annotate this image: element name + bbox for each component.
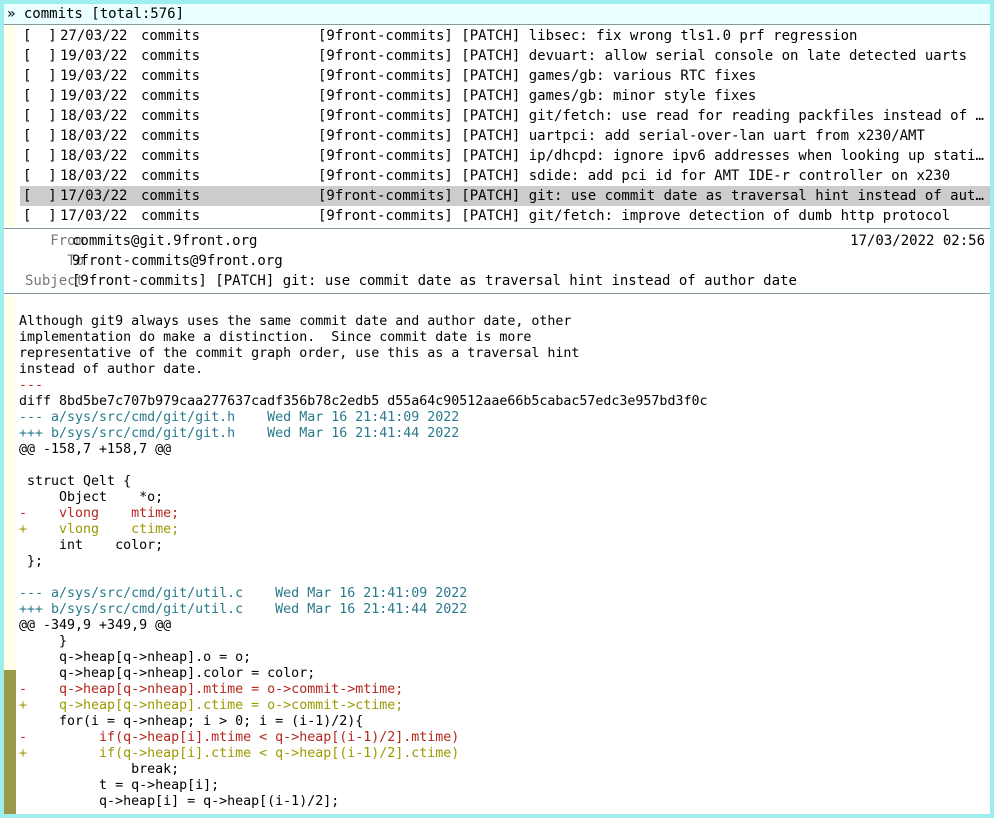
message-date: 27/03/22 <box>60 28 128 44</box>
message-from: commits <box>141 188 201 204</box>
message-subject: [9front-commits] [PATCH] devuart: allow … <box>318 48 968 64</box>
header-subject: Subject [9front-commits] [PATCH] git: us… <box>4 271 990 291</box>
message-row-selected[interactable]: [ ] 17/03/22 commits [9front-commits] [PATC… <box>20 186 990 206</box>
diff-added-line: + vlong ctime; <box>19 522 180 537</box>
diff-added-line: + if(q->heap[i].ctime < q->heap[(i-1)/2]… <box>19 746 460 761</box>
body-line: } <box>19 634 68 649</box>
body-line: q->heap[q->nheap].o = o; <box>19 650 252 665</box>
message-date: 17/03/22 <box>60 208 128 224</box>
diff-deleted-line: - q->heap[q->nheap].mtime = o->commit->m… <box>19 682 404 697</box>
diff-added-line: + q->heap[q->nheap].ctime = o->commit->c… <box>19 698 404 713</box>
message-checkbox[interactable]: [ ] <box>23 166 57 186</box>
message-row[interactable]: [ ] 18/03/22 commits [9front-commits] [PATC… <box>20 126 990 146</box>
header-to: To 9front-commits@9front.org <box>4 251 990 271</box>
message-from: commits <box>141 168 201 184</box>
message-row[interactable]: [ ] 18/03/22 commits [9front-commits] [PATC… <box>20 106 990 126</box>
body-line: struct Qelt { <box>19 474 132 489</box>
diff-file-header: +++ b/sys/src/cmd/git/git.h Wed Mar 16 2… <box>19 426 460 441</box>
message-subject: [9front-commits] [PATCH] games/gb: vario… <box>318 68 757 84</box>
body-line: Object *o; <box>19 490 164 505</box>
from-value[interactable]: commits@git.9front.org <box>72 231 257 251</box>
message-date: 18/03/22 <box>60 168 128 184</box>
message-subject: [9front-commits] [PATCH] uartpci: add se… <box>318 128 925 144</box>
message-row[interactable]: [ ] 18/03/22 commits [9front-commits] [PATC… <box>20 166 990 186</box>
body-line: representative of the commit graph order… <box>19 346 580 361</box>
message-row[interactable]: [ ] 19/03/22 commits [9front-commits] [PATC… <box>20 46 990 66</box>
message-checkbox[interactable]: [ ] <box>23 26 57 46</box>
message-checkbox[interactable]: [ ] <box>23 106 57 126</box>
message-checkbox[interactable]: [ ] <box>23 86 57 106</box>
message-list[interactable]: [ ] 27/03/22 commits [9front-commits] [PATC… <box>4 26 990 227</box>
message-from: commits <box>141 48 201 64</box>
message-checkbox[interactable]: [ ] <box>23 126 57 146</box>
body-line: }; <box>19 554 44 569</box>
message-checkbox[interactable]: [ ] <box>23 186 57 206</box>
body-line: @@ -349,9 +349,9 @@ <box>19 618 172 633</box>
date-value: 17/03/2022 02:56 <box>850 233 985 249</box>
message-from: commits <box>141 148 201 164</box>
list-separator <box>4 228 990 229</box>
body-line: for(i = q->nheap; i > 0; i = (i-1)/2){ <box>19 714 364 729</box>
message-row[interactable]: [ ] 17/03/22 commits [9front-commits] [PATC… <box>20 206 990 226</box>
diff-file-header: --- a/sys/src/cmd/git/git.h Wed Mar 16 2… <box>19 410 460 425</box>
message-date: 19/03/22 <box>60 68 128 84</box>
to-value[interactable]: 9front-commits@9front.org <box>72 251 283 271</box>
message-from: commits <box>141 208 201 224</box>
message-checkbox[interactable]: [ ] <box>23 66 57 86</box>
message-from: commits <box>141 68 201 84</box>
body-line: diff 8bd5be7c707b979caa277637cadf356b78c… <box>19 394 708 409</box>
message-date: 18/03/22 <box>60 148 128 164</box>
message-date: 18/03/22 <box>60 108 128 124</box>
message-date: 19/03/22 <box>60 48 128 64</box>
message-date: 18/03/22 <box>60 128 128 144</box>
subject-value: [9front-commits] [PATCH] git: use commit… <box>72 273 797 289</box>
message-subject: [9front-commits] [PATCH] libsec: fix wro… <box>318 28 858 44</box>
body-line: implementation do make a distinction. Si… <box>19 330 532 345</box>
body-line: @@ -158,7 +158,7 @@ <box>19 442 172 457</box>
mail-window: » commits [total:576] [ ] 27/03/22 commits… <box>4 4 990 814</box>
diff-deleted-line: - vlong mtime; <box>19 506 180 521</box>
message-subject: [9front-commits] [PATCH] git: use commit… <box>318 188 990 204</box>
diff-deleted-line: - if(q->heap[i].mtime < q->heap[(i-1)/2]… <box>19 730 460 745</box>
message-checkbox[interactable]: [ ] <box>23 146 57 166</box>
body-line: q->heap[q->nheap].color = color; <box>19 666 316 681</box>
message-checkbox[interactable]: [ ] <box>23 46 57 66</box>
tag-bar[interactable]: » commits [total:576] <box>4 4 990 25</box>
message-body[interactable]: Although git9 always uses the same commi… <box>4 296 990 814</box>
message-row[interactable]: [ ] 19/03/22 commits [9front-commits] [PATC… <box>20 66 990 86</box>
message-from: commits <box>141 28 201 44</box>
message-from: commits <box>141 88 201 104</box>
message-date: 19/03/22 <box>60 88 128 104</box>
message-row[interactable]: [ ] 27/03/22 commits [9front-commits] [PATC… <box>20 26 990 46</box>
message-checkbox[interactable]: [ ] <box>23 206 57 226</box>
diff-file-header: +++ b/sys/src/cmd/git/util.c Wed Mar 16 … <box>19 602 468 617</box>
message-list-scroll-thumb[interactable] <box>4 26 16 227</box>
diff-deleted-line: --- <box>19 378 44 393</box>
body-line: int color; <box>19 538 164 553</box>
header-from: From commits@git.9front.org 17/03/2022 0… <box>4 231 990 251</box>
message-date: 17/03/22 <box>60 188 128 204</box>
message-subject: [9front-commits] [PATCH] git/fetch: use … <box>318 108 990 124</box>
diff-file-header: --- a/sys/src/cmd/git/util.c Wed Mar 16 … <box>19 586 468 601</box>
body-line: break; <box>19 762 180 777</box>
message-subject: [9front-commits] [PATCH] git/fetch: impr… <box>318 208 951 224</box>
message-list-scrollbar[interactable] <box>4 26 16 227</box>
message-subject: [9front-commits] [PATCH] ip/dhcpd: ignor… <box>318 148 990 164</box>
body-line: q->heap[i] = q->heap[(i-1)/2]; <box>19 794 340 809</box>
message-row[interactable]: [ ] 19/03/22 commits [9front-commits] [PATC… <box>20 86 990 106</box>
message-row[interactable]: [ ] 18/03/22 commits [9front-commits] [PATC… <box>20 146 990 166</box>
body-line: t = q->heap[i]; <box>19 778 220 793</box>
body-line: Although git9 always uses the same commi… <box>19 314 572 329</box>
message-from: commits <box>141 108 201 124</box>
message-from: commits <box>141 128 201 144</box>
body-line: instead of author date. <box>19 362 204 377</box>
message-subject: [9front-commits] [PATCH] games/gb: minor… <box>318 88 757 104</box>
header-separator <box>4 293 990 294</box>
body-scrollbar[interactable] <box>4 296 16 814</box>
message-subject: [9front-commits] [PATCH] sdide: add pci … <box>318 168 951 184</box>
tag-text[interactable]: » commits [total:576] <box>7 4 184 24</box>
body-scroll-thumb[interactable] <box>4 296 16 670</box>
